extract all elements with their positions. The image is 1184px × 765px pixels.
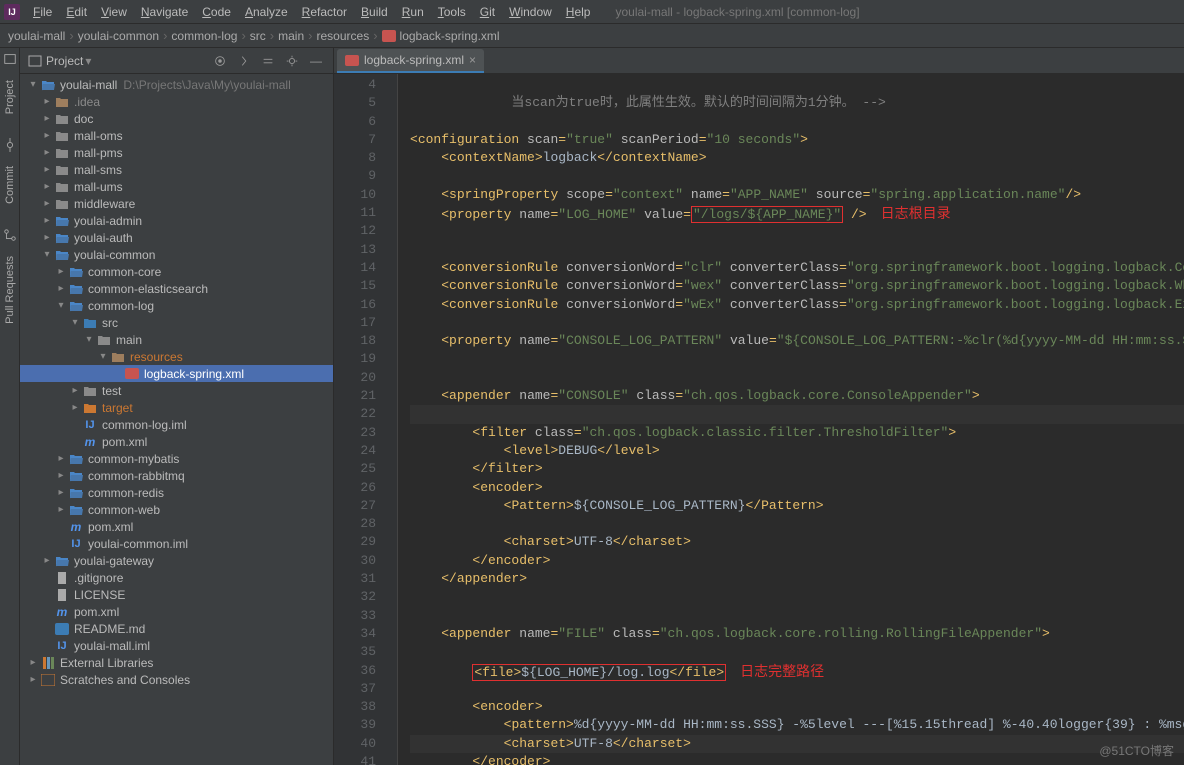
tree-item[interactable]: ▸youlai-admin [20, 212, 333, 229]
tree-item[interactable]: ▾common-log [20, 297, 333, 314]
tree-item[interactable]: ▸common-redis [20, 484, 333, 501]
breadcrumb: youlai-mall› youlai-common› common-log› … [0, 24, 1184, 48]
dropdown-icon[interactable]: ▾ [85, 54, 91, 68]
editor-tabs: logback-spring.xml × [334, 48, 1184, 74]
xml-icon [382, 30, 396, 42]
app-logo: IJ [4, 4, 20, 20]
tree-item[interactable]: ▸youlai-auth [20, 229, 333, 246]
tab-label: logback-spring.xml [364, 53, 464, 67]
menu-refactor[interactable]: Refactor [295, 5, 354, 19]
settings-icon[interactable] [283, 52, 301, 70]
tree-item[interactable]: ▸test [20, 382, 333, 399]
menu-build[interactable]: Build [354, 5, 395, 19]
tree-item[interactable]: mpom.xml [20, 518, 333, 535]
close-icon[interactable]: × [469, 53, 476, 67]
editor-area: logback-spring.xml × 4567891011121314151… [334, 48, 1184, 765]
commit-icon[interactable] [3, 138, 17, 152]
tree-item[interactable]: ▸common-mybatis [20, 450, 333, 467]
tree-item[interactable]: ▾youlai-common [20, 246, 333, 263]
tree-item[interactable]: ▸mall-ums [20, 178, 333, 195]
sidebar-title[interactable]: Project [46, 54, 83, 68]
commit-tab[interactable]: Commit [2, 160, 18, 210]
editor-content[interactable]: 当scan为true时，此属性生效。默认的时间间隔为1分钟。 --><confi… [398, 74, 1184, 765]
line-gutter: 4567891011121314151617181920212223242526… [334, 74, 384, 765]
tree-item[interactable]: ▸common-rabbitmq [20, 467, 333, 484]
tree-item[interactable]: mpom.xml [20, 433, 333, 450]
menubar: IJ FileEditViewNavigateCodeAnalyzeRefact… [0, 0, 1184, 24]
tree-item[interactable]: ▸middleware [20, 195, 333, 212]
menu-navigate[interactable]: Navigate [134, 5, 195, 19]
hide-icon[interactable]: — [307, 52, 325, 70]
tree-item[interactable]: logback-spring.xml [20, 365, 333, 382]
tree-item[interactable]: ▾src [20, 314, 333, 331]
tree-item[interactable]: ▸mall-pms [20, 144, 333, 161]
menu-git[interactable]: Git [473, 5, 502, 19]
tree-item[interactable]: IJyoulai-mall.iml [20, 637, 333, 654]
menu-help[interactable]: Help [559, 5, 598, 19]
tree-item[interactable]: IJyoulai-common.iml [20, 535, 333, 552]
expand-all-icon[interactable] [235, 52, 253, 70]
tree-item[interactable]: ▸doc [20, 110, 333, 127]
tree-item[interactable]: mpom.xml [20, 603, 333, 620]
menu-tools[interactable]: Tools [431, 5, 473, 19]
tree-item[interactable]: ▸Scratches and Consoles [20, 671, 333, 688]
tree-item[interactable]: LICENSE [20, 586, 333, 603]
tab-logback[interactable]: logback-spring.xml × [337, 49, 484, 73]
project-tab[interactable]: Project [2, 74, 18, 120]
tree-item[interactable]: ▸External Libraries [20, 654, 333, 671]
tree-item[interactable]: ▾resources [20, 348, 333, 365]
xml-icon [345, 55, 359, 66]
collapse-all-icon[interactable] [259, 52, 277, 70]
tree-item[interactable]: IJcommon-log.iml [20, 416, 333, 433]
window-title: youlai-mall - logback-spring.xml [common… [615, 5, 859, 19]
project-tree[interactable]: ▾youlai-mallD:\Projects\Java\My\youlai-m… [20, 74, 333, 765]
tree-item[interactable]: ▸mall-sms [20, 161, 333, 178]
pullreq-tab[interactable]: Pull Requests [2, 250, 18, 330]
project-icon[interactable] [3, 52, 17, 66]
tree-item[interactable]: ▾main [20, 331, 333, 348]
crumb[interactable]: youlai-mall [8, 29, 65, 43]
menu-edit[interactable]: Edit [59, 5, 94, 19]
project-view-icon [28, 54, 42, 68]
crumb[interactable]: main [278, 29, 304, 43]
menu-run[interactable]: Run [395, 5, 431, 19]
menu-analyze[interactable]: Analyze [238, 5, 295, 19]
project-sidebar: Project ▾ — ▾youlai-mallD:\Projects\Java… [20, 48, 334, 765]
crumb[interactable]: resources [317, 29, 370, 43]
menu-code[interactable]: Code [195, 5, 238, 19]
tree-item[interactable]: ▸youlai-gateway [20, 552, 333, 569]
tree-item[interactable]: ▸common-elasticsearch [20, 280, 333, 297]
crumb[interactable]: logback-spring.xml [400, 29, 500, 43]
menu-view[interactable]: View [94, 5, 134, 19]
left-gutter: Project Commit Pull Requests [0, 48, 20, 765]
tree-item[interactable]: ▸common-core [20, 263, 333, 280]
crumb[interactable]: common-log [171, 29, 237, 43]
crumb[interactable]: youlai-common [78, 29, 159, 43]
tree-item[interactable]: ▸common-web [20, 501, 333, 518]
pullreq-icon[interactable] [3, 228, 17, 242]
menu-file[interactable]: File [26, 5, 59, 19]
crumb[interactable]: src [250, 29, 266, 43]
tree-item[interactable]: ▸.idea [20, 93, 333, 110]
tree-item[interactable]: .gitignore [20, 569, 333, 586]
tree-item[interactable]: ▸mall-oms [20, 127, 333, 144]
select-opened-icon[interactable] [211, 52, 229, 70]
fold-gutter[interactable] [384, 74, 398, 765]
menu-window[interactable]: Window [502, 5, 559, 19]
tree-item[interactable]: ▸target [20, 399, 333, 416]
tree-item[interactable]: README.md [20, 620, 333, 637]
tree-item[interactable]: ▾youlai-mallD:\Projects\Java\My\youlai-m… [20, 76, 333, 93]
